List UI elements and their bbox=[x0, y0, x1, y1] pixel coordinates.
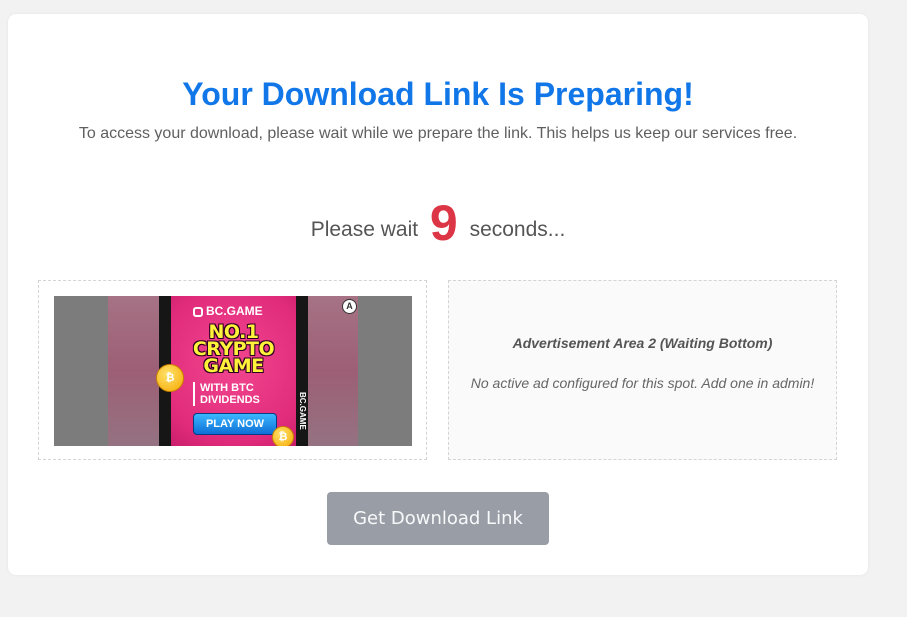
get-download-link-button[interactable]: Get Download Link bbox=[327, 492, 549, 545]
banner-blur-right bbox=[306, 296, 358, 446]
countdown-seconds: 9 bbox=[429, 195, 458, 251]
bitcoin-coin-icon: ₿ bbox=[156, 364, 184, 392]
ad-play-now-button[interactable]: PLAY NOW bbox=[193, 413, 277, 435]
ad-tagline-line1: WITH BTC bbox=[200, 382, 254, 394]
ad-tagline-line2: DIVIDENDS bbox=[200, 394, 260, 406]
ad-area-heading: Advertisement Area 2 (Waiting Bottom) bbox=[512, 335, 773, 351]
bitcoin-coin-icon: ₿ bbox=[272, 426, 294, 446]
ad-area-1: BC.GAME NO.1 CRYPTO GAME ₿ WITH BTC DIVI… bbox=[38, 280, 427, 460]
banner-creative[interactable]: BC.GAME NO.1 CRYPTO GAME ₿ WITH BTC DIVI… bbox=[156, 296, 308, 446]
ad-banner[interactable]: BC.GAME NO.1 CRYPTO GAME ₿ WITH BTC DIVI… bbox=[54, 296, 412, 446]
brand-logo-icon bbox=[193, 307, 203, 317]
ad-area-2: Advertisement Area 2 (Waiting Bottom) No… bbox=[448, 280, 837, 460]
ad-area-note: No active ad configured for this spot. A… bbox=[470, 375, 815, 391]
ad-brand: BC.GAME bbox=[193, 304, 263, 318]
page-title: Your Download Link Is Preparing! bbox=[182, 76, 694, 112]
ad-headline: NO.1 CRYPTO GAME bbox=[159, 323, 308, 376]
banner-blur-left bbox=[108, 296, 160, 446]
ad-brand-label: BC.GAME bbox=[206, 304, 263, 318]
countdown-suffix: seconds... bbox=[469, 218, 566, 241]
adchoices-icon[interactable]: A bbox=[342, 299, 357, 314]
download-card: Your Download Link Is Preparing! To acce… bbox=[8, 14, 868, 575]
countdown-prefix: Please wait bbox=[310, 218, 419, 241]
countdown-line: Please wait 9 seconds... bbox=[8, 194, 868, 252]
ad-tagline: WITH BTC DIVIDENDS bbox=[193, 382, 260, 406]
page-subtitle: To access your download, please wait whi… bbox=[78, 125, 798, 142]
ad-side-brand: BC.GAME bbox=[298, 392, 307, 430]
